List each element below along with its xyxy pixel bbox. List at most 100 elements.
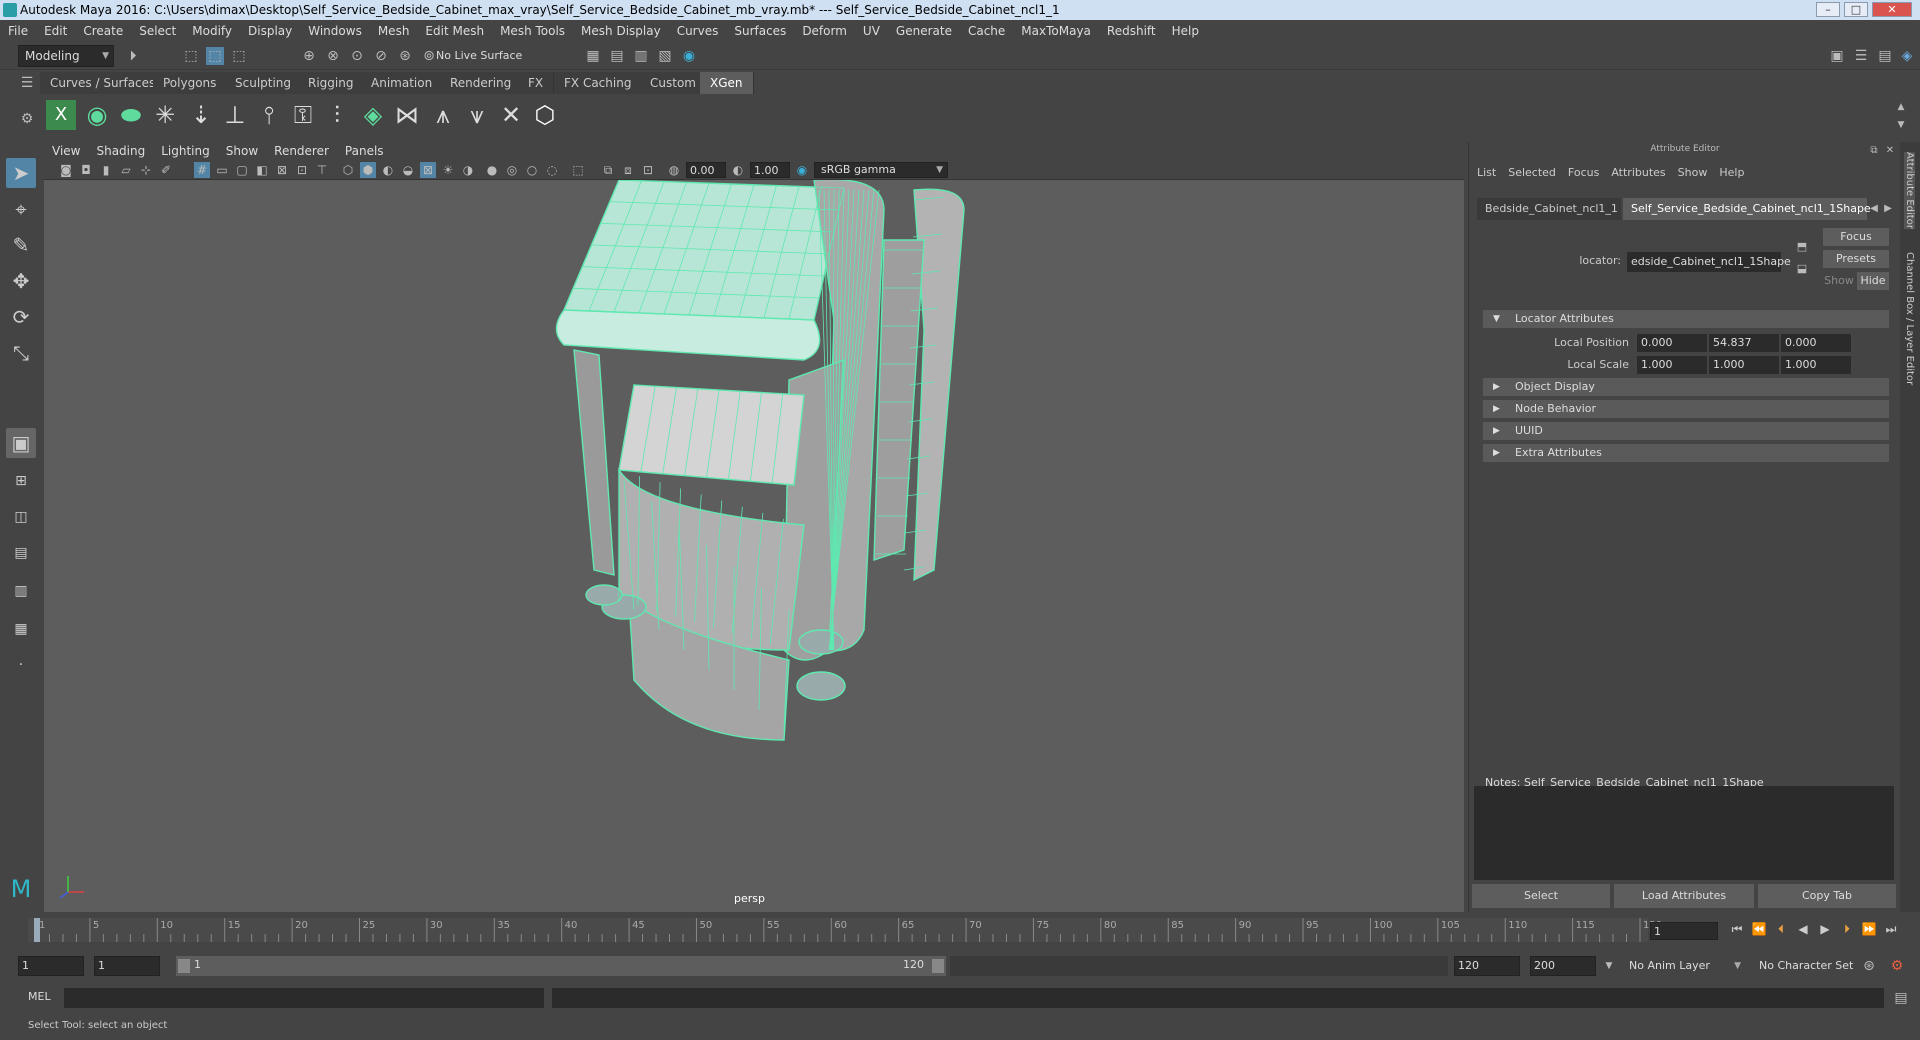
menu-surfaces[interactable]: Surfaces [726, 20, 794, 42]
command-input[interactable] [64, 988, 544, 1008]
snap-point-icon[interactable]: ⊙ [348, 47, 366, 65]
xgen-layers-icon[interactable]: ◈ [358, 100, 388, 130]
mode-selector[interactable]: Modeling ▼ [18, 45, 114, 67]
collapse-icon[interactable]: ⏵ [124, 47, 142, 65]
exposure-icon[interactable]: ◍ [666, 162, 682, 178]
side-tab-channel-box[interactable]: Channel Box / Layer Editor [1904, 252, 1915, 385]
shelf-tab-xgen[interactable]: XGen [700, 72, 754, 94]
shelf-tab-curves-surfaces[interactable]: Curves / Surfaces [40, 72, 167, 94]
lasso-tool-icon[interactable]: ⌖ [6, 194, 36, 224]
xgen-guides-to-curves-icon[interactable]: ⫶ [322, 100, 352, 130]
notes-textarea[interactable] [1474, 786, 1894, 880]
go-to-output-icon[interactable]: ⬓ [1793, 260, 1811, 278]
select-object-icon[interactable]: ⬚ [206, 47, 224, 65]
presets-button[interactable]: Presets [1823, 250, 1889, 268]
channel-box-icon[interactable]: ▤ [1876, 47, 1894, 65]
resolution-gate-icon[interactable]: ▢ [234, 162, 250, 178]
section-locator-attributes[interactable]: ▼ Locator Attributes [1483, 310, 1889, 328]
lights-icon[interactable]: ☀ [440, 162, 456, 178]
time-ruler[interactable]: 1 5 10 15 20 25 30 35 40 45 50 55 60 65 70 75 80 85 90 95 10… [28, 914, 1678, 946]
copy-tab-button[interactable]: Copy Tab [1758, 884, 1896, 908]
smooth-shade-icon[interactable]: ⬢ [360, 162, 376, 178]
snap-surface-icon[interactable]: ⊛ [396, 47, 414, 65]
menu-windows[interactable]: Windows [300, 20, 370, 42]
color-space-selector[interactable]: sRGB gamma ▼ [814, 162, 948, 178]
go-to-input-icon[interactable]: ⬒ [1793, 238, 1811, 256]
rotate-tool-icon[interactable]: ⟳ [6, 302, 36, 332]
shelf-settings-icon[interactable]: ⚙ [18, 110, 36, 128]
local-scale-y[interactable]: 1.000 [1709, 356, 1779, 374]
xgen-place-guides-icon[interactable]: ✳ [150, 100, 180, 130]
range-handle-start[interactable] [178, 959, 190, 973]
xgen-add-guide-icon[interactable]: ⇣ [186, 100, 216, 130]
xgen-sculpt-icon[interactable]: ⫯ [254, 100, 284, 130]
cabinet-wireframe-model[interactable] [44, 180, 1464, 912]
menu-create[interactable]: Create [75, 20, 131, 42]
field-chart-icon[interactable]: ⊠ [274, 162, 290, 178]
local-scale-z[interactable]: 1.000 [1781, 356, 1851, 374]
vp-menu-view[interactable]: View [44, 142, 88, 160]
current-frame-field[interactable]: 1 [1650, 922, 1718, 940]
range-handle-end[interactable] [932, 959, 944, 973]
go-to-start-icon[interactable]: ⏮ [1728, 920, 1746, 938]
layout-four-icon[interactable]: ⊞ [6, 466, 36, 496]
step-forward-icon[interactable]: ⏩ [1860, 920, 1878, 938]
xray-icon[interactable]: ⊠ [420, 162, 436, 178]
render-view-icon[interactable]: ▦ [584, 47, 602, 65]
outliner-icon[interactable]: ☰ [1852, 47, 1870, 65]
menu-maxtomaya[interactable]: MaxToMaya [1013, 20, 1099, 42]
menu-edit[interactable]: Edit [36, 20, 75, 42]
xgen-create-icon[interactable]: ⬬ [116, 100, 146, 130]
vp-menu-shading[interactable]: Shading [88, 142, 153, 160]
motion-blur-icon[interactable]: ◎ [504, 162, 520, 178]
locator-name-field[interactable]: edside_Cabinet_ncl1_1Shape [1627, 252, 1791, 272]
playback-end-field[interactable]: 120 [1454, 956, 1520, 976]
ae-menu-help[interactable]: Help [1719, 166, 1744, 179]
wireframe-icon[interactable]: ⬡ [340, 162, 356, 178]
step-back-icon[interactable]: ⏪ [1750, 920, 1768, 938]
gate-mask-icon[interactable]: ◧ [254, 162, 270, 178]
film-gate-icon[interactable]: ▭ [214, 162, 230, 178]
viewport-3d[interactable]: persp [44, 180, 1464, 912]
local-scale-x[interactable]: 1.000 [1637, 356, 1707, 374]
xgen-bend-icon[interactable]: ⋈ [392, 100, 422, 130]
play-backwards-icon[interactable]: ◀ [1794, 920, 1812, 938]
ipr-render-icon[interactable]: ▥ [632, 47, 650, 65]
select-button[interactable]: Select [1472, 884, 1610, 908]
preferences-icon[interactable]: ⚙ [1888, 957, 1906, 975]
vp-menu-panels[interactable]: Panels [337, 142, 392, 160]
minimize-button[interactable]: – [1816, 2, 1840, 17]
scale-tool-icon[interactable]: ⤡ [6, 338, 36, 368]
ae-menu-attributes[interactable]: Attributes [1611, 166, 1665, 179]
local-position-z[interactable]: 0.000 [1781, 334, 1851, 352]
isolate-select-icon[interactable]: ⬚ [570, 162, 586, 178]
vp-menu-renderer[interactable]: Renderer [266, 142, 337, 160]
xgen-lock-icon[interactable]: ⚿ [288, 100, 318, 130]
layout-two-vertical-icon[interactable]: ◫ [6, 502, 36, 532]
menu-mesh-display[interactable]: Mesh Display [573, 20, 669, 42]
xray-joints-icon[interactable]: ⧉ [600, 162, 616, 178]
ae-tab-transform[interactable]: Bedside_Cabinet_ncl1_1 [1477, 198, 1621, 220]
xgen-hexagon-icon[interactable]: ⬡ [530, 100, 560, 130]
wireframe-on-shaded-icon[interactable]: ◐ [380, 162, 396, 178]
vp-menu-show[interactable]: Show [218, 142, 266, 160]
layout-custom-icon[interactable]: · [6, 650, 36, 680]
layers-icon[interactable]: ◈ [1898, 47, 1916, 65]
load-attributes-button[interactable]: Load Attributes [1614, 884, 1754, 908]
safe-action-icon[interactable]: ⊡ [294, 162, 310, 178]
gamma-icon[interactable]: ◐ [730, 162, 746, 178]
menu-display[interactable]: Display [240, 20, 300, 42]
snap-curve-icon[interactable]: ⊗ [324, 47, 342, 65]
2d-pan-icon[interactable]: ⊹ [138, 162, 154, 178]
shelf-scroll-up-icon[interactable]: ▲ [1892, 98, 1910, 116]
step-forward-key-icon[interactable]: ⏵ [1838, 920, 1856, 938]
menu-mesh-tools[interactable]: Mesh Tools [492, 20, 573, 42]
gamma-field[interactable]: 1.00 [750, 162, 790, 178]
hypershade-icon[interactable]: ◉ [680, 47, 698, 65]
shelf-tab-custom[interactable]: Custom [640, 72, 707, 94]
select-tool-icon[interactable]: ➤ [6, 158, 36, 188]
play-forwards-icon[interactable]: ▶ [1816, 920, 1834, 938]
exposure-field[interactable]: 0.00 [686, 162, 726, 178]
shelf-tab-rigging[interactable]: Rigging [298, 72, 365, 94]
snap-grid-icon[interactable]: ⊕ [300, 47, 318, 65]
